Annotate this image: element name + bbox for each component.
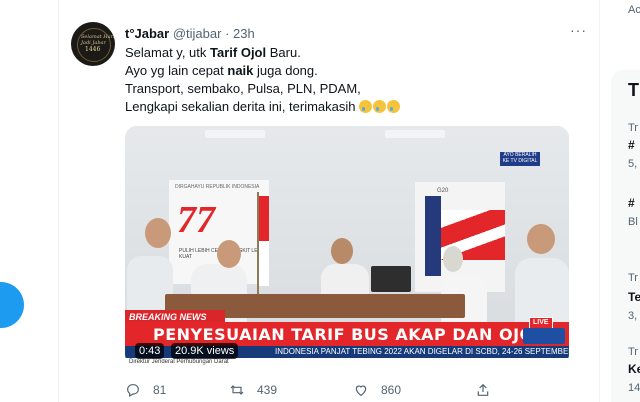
user-handle[interactable]: @tijabar [173, 26, 222, 41]
display-name[interactable]: t°Jabar [125, 26, 169, 41]
news-headline: PENYESUAIAN TARIF BUS AKAP DAN OJOL [153, 325, 545, 344]
like-count: 860 [381, 383, 402, 397]
trend-4-title[interactable]: Ke [628, 362, 640, 376]
tweet-actions: 81 439 860 [125, 382, 545, 402]
trend-4-count: 14 [628, 382, 640, 394]
reply-icon [127, 384, 139, 398]
tweet-line-4: Lengkapi sekalian derita ini, terimakasi… [125, 98, 585, 116]
tweet-text: Selamat y, utk Tarif Ojol Baru. Ayo yg l… [125, 44, 585, 116]
compose-tweet-button[interactable] [0, 282, 24, 328]
video-views: 20.9K views [171, 343, 239, 359]
tweet-header: t°Jabar @tijabar · 23h [125, 26, 255, 41]
tweet-line-2: Ayo yg lain cepat naik juga dong. [125, 62, 585, 80]
ticker-subtitle: Direktur Jenderal Perhubungan Darat [125, 358, 569, 366]
reply-button[interactable]: 81 [125, 382, 166, 398]
tweet-timestamp[interactable]: 23h [233, 26, 255, 41]
sidebar-top-fragment[interactable]: Ac [628, 4, 640, 16]
heart-icon [355, 385, 367, 397]
tweet-line-2-a: Ayo yg lain cepat [125, 63, 228, 78]
video-player[interactable]: DIRGAHAYU REPUBLIK INDONESIA 77 PULIH LE… [125, 126, 569, 366]
tweet-line-2-bold: naik [227, 63, 254, 78]
person-fourth-head [443, 246, 463, 272]
crying-face-icon [387, 100, 401, 113]
trend-3-title[interactable]: Te [628, 290, 640, 304]
trend-3-meta: Tr [628, 272, 638, 284]
ticker-text: INDONESIA PANJAT TEBING 2022 AKAN DIGELA… [275, 347, 569, 356]
channel-logo-icon [523, 328, 565, 344]
person-right-body [515, 258, 569, 326]
share-icon [477, 383, 489, 396]
g20-logo: G20 [437, 188, 449, 194]
retweet-button[interactable]: 439 [229, 382, 277, 398]
trend-1-title[interactable]: # [628, 138, 635, 152]
person-second-head [217, 240, 241, 268]
trends-heading: T [628, 80, 639, 100]
tweet-line-4-text: Lengkapi sekalian derita ini, terimakasi… [125, 99, 356, 114]
separator-dot: · [225, 26, 230, 41]
trend-4-meta: Tr [628, 346, 638, 358]
laptop [371, 266, 411, 292]
person-center-head [331, 238, 353, 264]
trend-1-meta: Tr [628, 122, 638, 134]
avatar-text-bottom: 1446 [85, 46, 101, 53]
retweet-count: 439 [257, 383, 278, 397]
person-left-head [145, 218, 171, 248]
tweet-line-1-bold: Tarif Ojol [210, 45, 267, 60]
like-button[interactable]: 860 [353, 382, 401, 398]
share-button[interactable] [475, 382, 491, 398]
avatar[interactable]: Selamat Hari Jadi Jabar 1446 [71, 22, 115, 66]
avatar-text-top: Selamat Hari Jadi Jabar [81, 34, 115, 46]
left-nav-rail [0, 0, 58, 402]
tweet-line-3: Transport, sembako, Pulsa, PLN, PDAM, [125, 81, 361, 96]
ceiling-light [205, 130, 265, 138]
tweet-card[interactable]: Selamat Hari Jadi Jabar 1446 t°Jabar @ti… [59, 0, 599, 402]
ministry-flag [425, 196, 441, 276]
more-options-icon[interactable]: ··· [570, 22, 587, 38]
trend-2-title[interactable]: # [628, 196, 635, 210]
video-duration: 0:43 [135, 343, 165, 359]
banner-number: 77 [177, 199, 215, 241]
tweet-line-2-c: juga dong. [253, 63, 318, 78]
ceiling-light [385, 130, 445, 138]
reply-count: 81 [153, 383, 167, 397]
banner-top-text: DIRGAHAYU REPUBLIK INDONESIA [175, 184, 260, 190]
crying-face-icon [359, 100, 373, 113]
indonesian-flag [259, 196, 269, 286]
digital-tv-sign: AYO BERALIH KE TV DIGITAL [500, 152, 540, 166]
crying-face-icon [373, 100, 387, 113]
tweet-line-1-a: Selamat y, utk [125, 45, 211, 60]
retweet-icon [230, 385, 244, 395]
trend-3-count: 3, [628, 310, 638, 322]
trend-2-count: Bl [628, 216, 638, 228]
person-right-head [527, 224, 555, 254]
trend-1-count: 5, [628, 158, 638, 170]
tweet-line-1: Selamat y, utk Tarif Ojol Baru. [125, 44, 585, 62]
tweet-line-1-c: Baru. [266, 45, 301, 60]
